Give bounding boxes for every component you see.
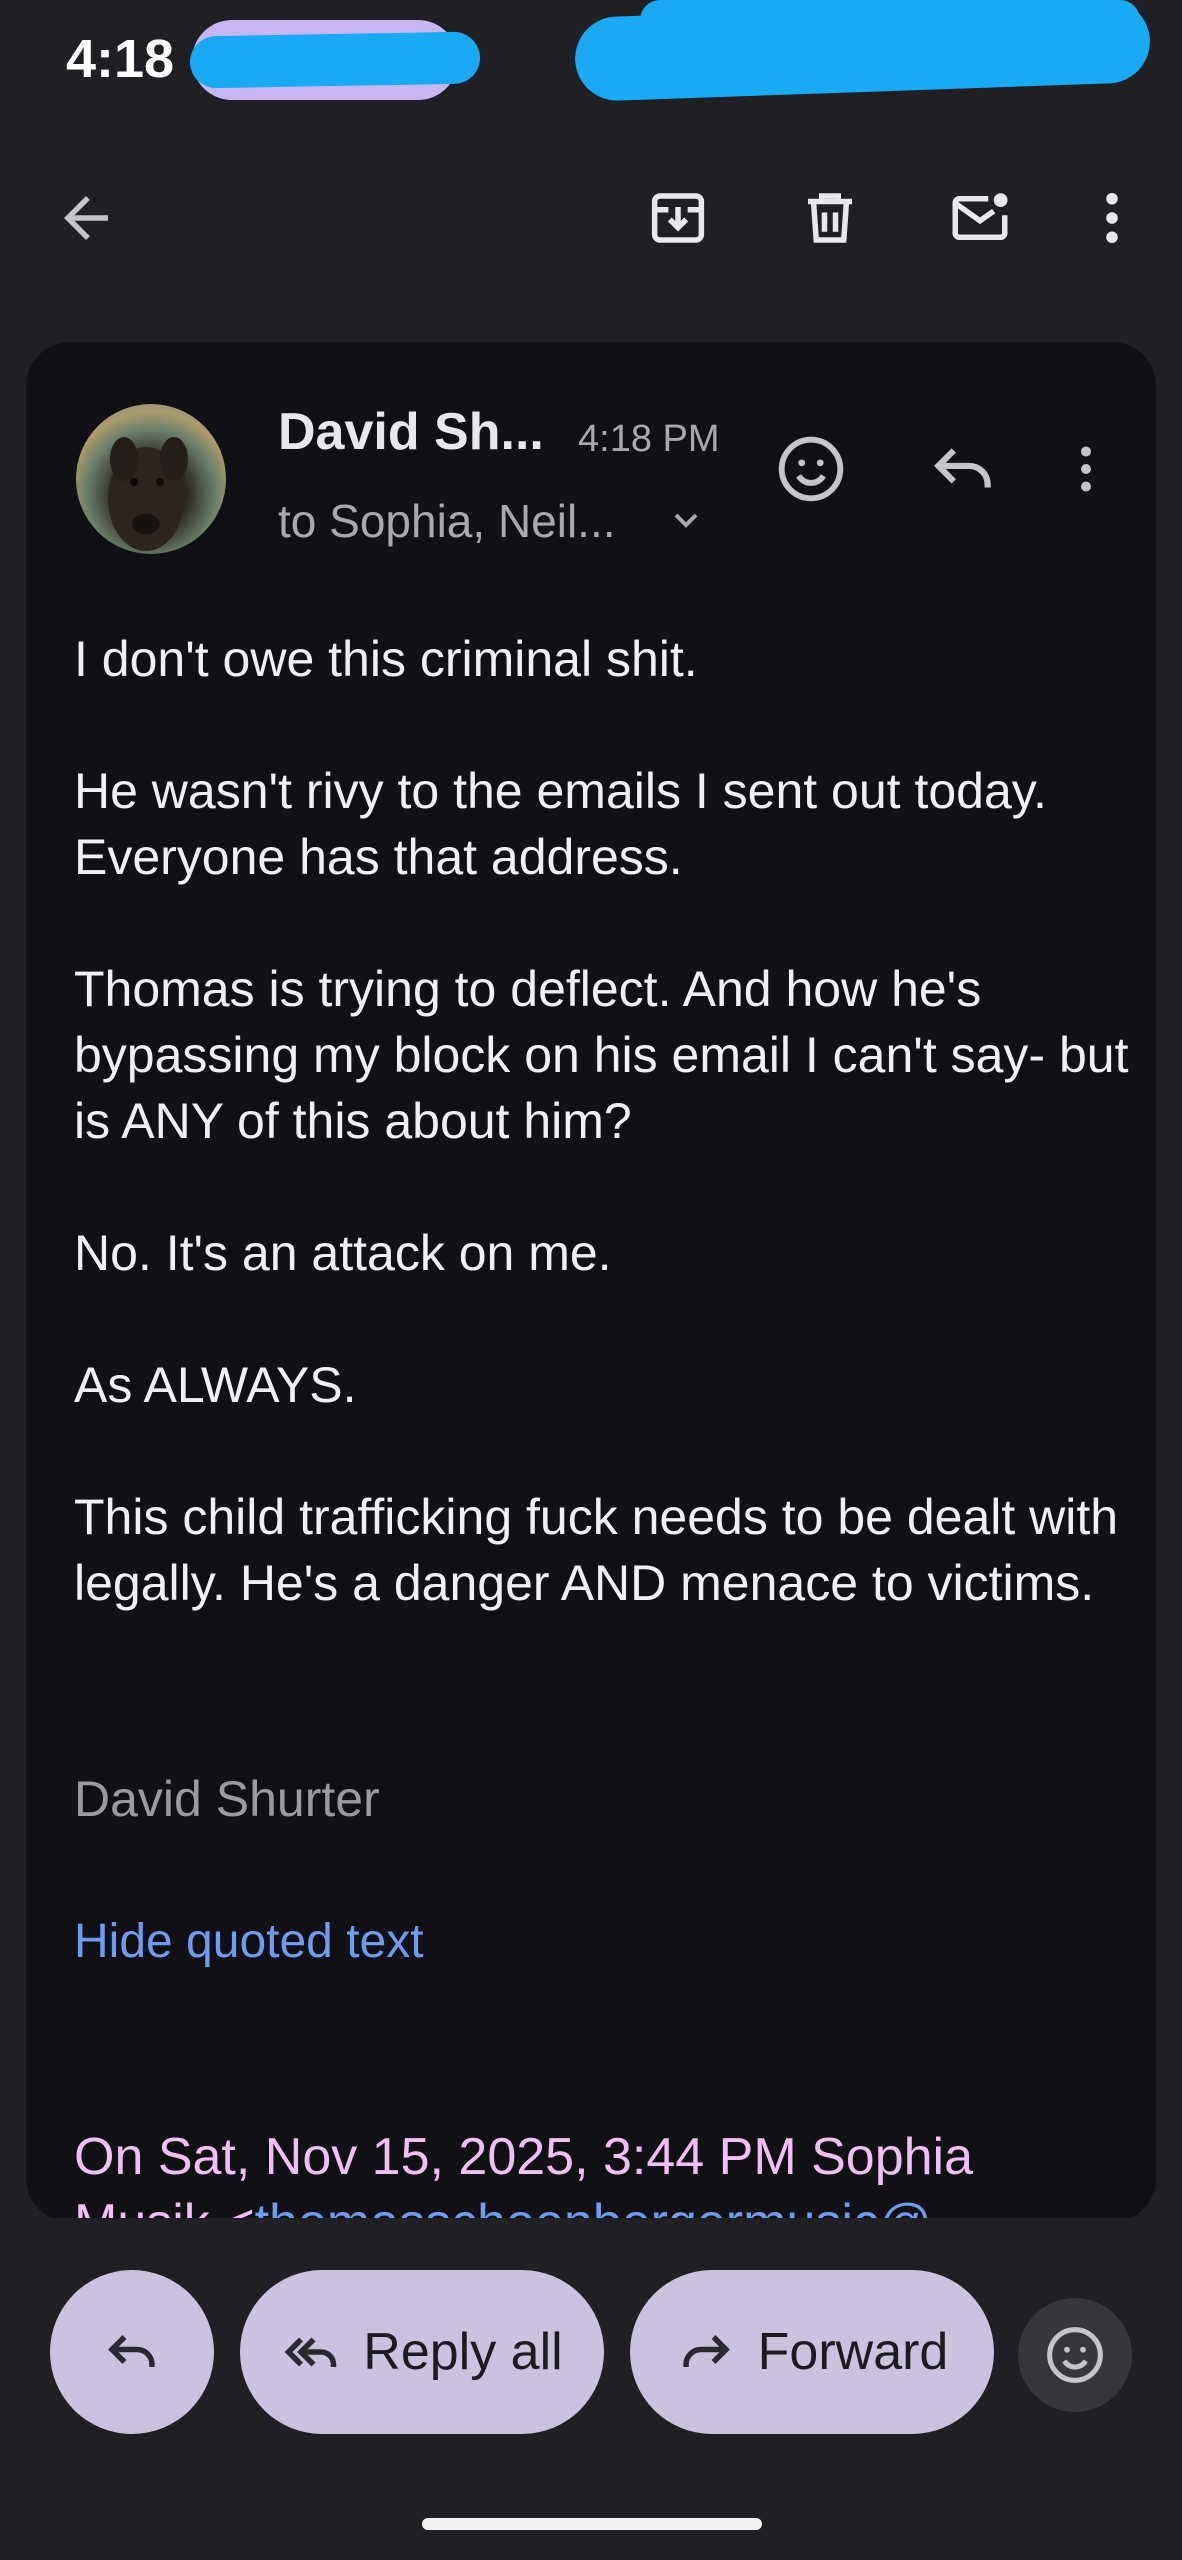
body-paragraph: No. It's an attack on me. xyxy=(74,1225,612,1281)
archive-icon[interactable] xyxy=(640,180,716,256)
redaction-scribble xyxy=(189,31,481,89)
recipients[interactable]: to Sophia, Neil... xyxy=(278,494,616,548)
hide-quoted-text-link[interactable]: Hide quoted text xyxy=(74,1914,424,1969)
body-paragraph: This child trafficking fuck needs to be … xyxy=(74,1489,1119,1611)
mark-unread-icon[interactable] xyxy=(942,180,1018,256)
home-indicator[interactable] xyxy=(422,2518,762,2530)
chevron-down-icon[interactable] xyxy=(666,500,706,540)
avatar[interactable] xyxy=(76,404,226,554)
message-body: I don't owe this criminal shit. He wasn'… xyxy=(74,626,1134,1682)
message-card: David Sh... 4:18 PM to Sophia, Neil... I… xyxy=(26,342,1156,2222)
quoted-header: On Sat, Nov 15, 2025, 3:44 PM Sophia Mus… xyxy=(74,2124,973,2222)
delete-icon[interactable] xyxy=(792,180,868,256)
quoted-header-line: On Sat, Nov 15, 2025, 3:44 PM Sophia xyxy=(74,2128,974,2186)
emoji-reaction-icon[interactable] xyxy=(768,426,854,512)
sender-name[interactable]: David Sh... xyxy=(278,402,544,462)
reply-all-button[interactable]: Reply all xyxy=(240,2270,604,2434)
reply-button[interactable] xyxy=(50,2270,214,2434)
signature: David Shurter xyxy=(74,1771,380,1827)
reply-all-label: Reply all xyxy=(363,2323,563,2381)
emoji-reaction-button[interactable] xyxy=(1018,2298,1132,2412)
reply-icon[interactable] xyxy=(920,426,1006,512)
body-paragraph: He wasn't rivy to the emails I sent out … xyxy=(74,763,1047,885)
body-paragraph: I don't owe this criminal shit. xyxy=(74,631,698,687)
more-vert-icon[interactable] xyxy=(1074,180,1150,256)
sent-time: 4:18 PM xyxy=(578,418,720,460)
forward-label: Forward xyxy=(757,2323,949,2381)
back-arrow-icon[interactable] xyxy=(48,180,124,256)
reply-icon xyxy=(108,2335,155,2367)
forward-icon xyxy=(682,2335,730,2367)
emoji-icon xyxy=(1047,2327,1103,2383)
redaction-scribble xyxy=(573,0,1152,103)
more-vert-icon[interactable] xyxy=(1056,426,1116,512)
reply-all-icon xyxy=(284,2337,337,2367)
status-time: 4:18 xyxy=(66,29,175,89)
body-paragraph: As ALWAYS. xyxy=(74,1357,357,1413)
forward-button[interactable]: Forward xyxy=(630,2270,994,2434)
body-paragraph: Thomas is trying to deflect. And how he'… xyxy=(74,961,1129,1149)
